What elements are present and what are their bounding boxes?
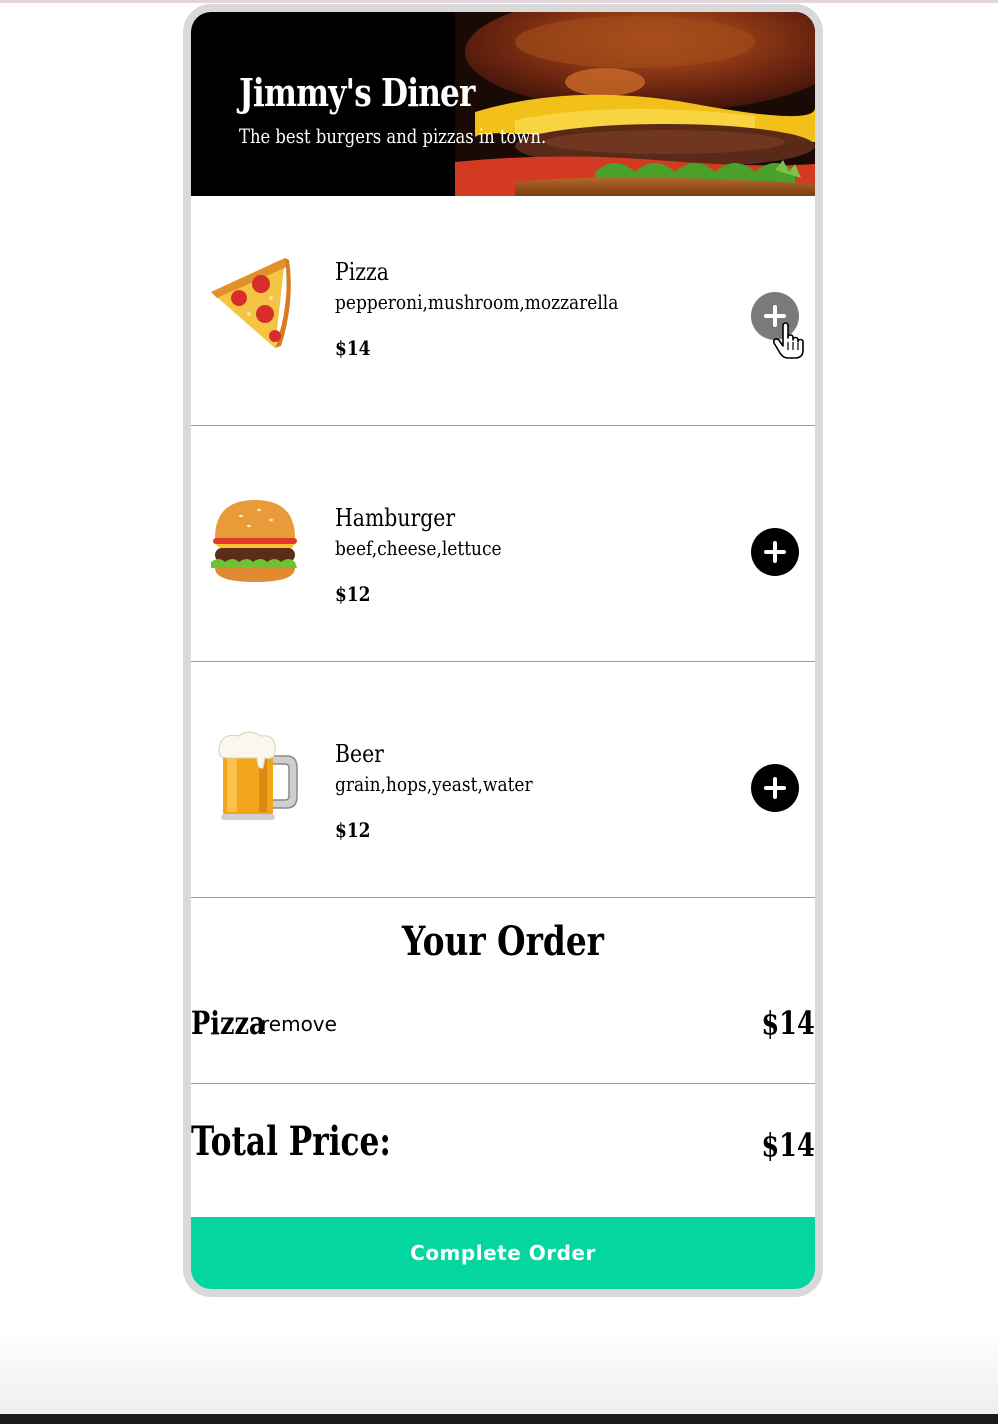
order-item-price: $14	[761, 1004, 815, 1042]
item-price: $12	[335, 818, 371, 842]
page-bottom-fade	[0, 1330, 998, 1414]
diner-title: Jimmy's Diner	[239, 70, 475, 115]
add-hamburger-button[interactable]	[751, 528, 799, 576]
item-ingredients: beef,cheese,lettuce	[335, 536, 502, 560]
item-name: Pizza	[335, 258, 389, 286]
total-price-value: $14	[761, 1126, 815, 1164]
order-divider	[191, 1083, 815, 1084]
menu-item-beer: Beer grain,hops,yeast,water $12	[191, 662, 815, 898]
item-price: $14	[335, 336, 371, 360]
pizza-icon	[211, 258, 291, 348]
item-name: Beer	[335, 740, 384, 768]
item-price: $12	[335, 582, 371, 606]
order-item-row: Pizza remove $14	[191, 990, 815, 1060]
plus-icon	[764, 777, 786, 799]
menu-item-pizza: Pizza pepperoni,mushroom,mozzarella $14	[191, 196, 815, 426]
diner-subtitle: The best burgers and pizzas in town.	[239, 124, 547, 148]
menu-item-hamburger: Hamburger beef,cheese,lettuce $12	[191, 426, 815, 662]
header-banner: Jimmy's Diner The best burgers and pizza…	[191, 12, 815, 196]
hamburger-icon	[211, 500, 297, 582]
total-price-label: Total Price:	[191, 1118, 391, 1165]
plus-icon	[764, 541, 786, 563]
item-ingredients: grain,hops,yeast,water	[335, 772, 533, 796]
remove-item-link[interactable]: remove	[261, 1012, 337, 1036]
order-title: Your Order	[402, 918, 604, 965]
beer-icon	[218, 731, 298, 820]
order-item-name: Pizza	[191, 1004, 266, 1042]
item-name: Hamburger	[335, 504, 456, 532]
hand-cursor-icon	[772, 322, 804, 359]
browser-top-edge	[0, 0, 998, 3]
item-ingredients: pepperoni,mushroom,mozzarella	[335, 290, 619, 314]
browser-bottom-bar	[0, 1414, 998, 1424]
app-frame: Jimmy's Diner The best burgers and pizza…	[183, 4, 823, 1297]
add-beer-button[interactable]	[751, 764, 799, 812]
complete-order-button[interactable]: Complete Order	[191, 1217, 815, 1289]
burger-photo	[455, 12, 815, 196]
